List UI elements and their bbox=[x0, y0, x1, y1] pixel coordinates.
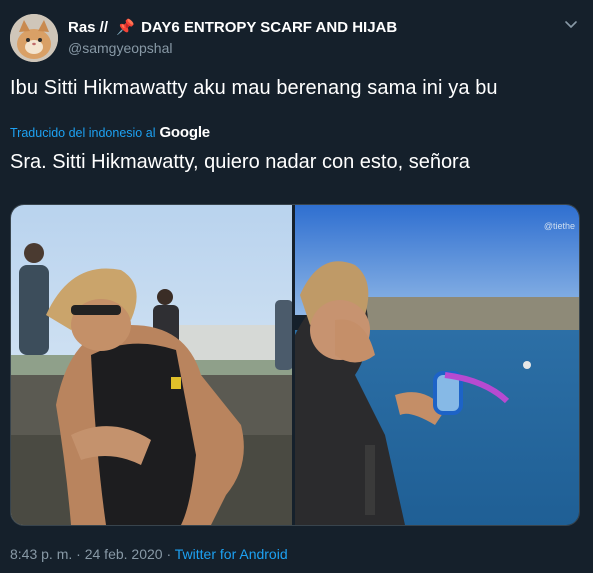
display-name[interactable]: Ras // 📌 DAY6 ENTROPY SCARF AND HIJAB bbox=[68, 18, 397, 36]
watermark: @tiethe bbox=[543, 221, 575, 231]
translation-attribution[interactable]: Traducido del indonesio al Google bbox=[10, 124, 210, 141]
tweet-date[interactable]: 24 feb. 2020 bbox=[85, 546, 163, 562]
tweet-meta: 8:43 p. m. · 24 feb. 2020 · Twitter for … bbox=[10, 546, 288, 562]
display-name-prefix: Ras // bbox=[68, 19, 109, 36]
media-container: @tiethe bbox=[10, 204, 580, 526]
tweet-client[interactable]: Twitter for Android bbox=[175, 546, 288, 562]
user-handle[interactable]: @samgyeopshal bbox=[68, 40, 173, 56]
tweet-text: Ibu Sitti Hikmawatty aku mau berenang sa… bbox=[10, 77, 498, 99]
avatar[interactable] bbox=[10, 14, 58, 62]
cat-avatar-icon bbox=[10, 14, 58, 62]
display-name-suffix: DAY6 ENTROPY SCARF AND HIJAB bbox=[141, 19, 398, 36]
chevron-down-icon[interactable] bbox=[563, 16, 579, 32]
pushpin-icon: 📌 bbox=[116, 19, 135, 36]
meta-separator: · bbox=[76, 546, 81, 562]
google-logo: Google bbox=[159, 124, 210, 141]
tweet: Ras // 📌 DAY6 ENTROPY SCARF AND HIJAB @s… bbox=[0, 0, 593, 573]
tweet-time[interactable]: 8:43 p. m. bbox=[10, 546, 72, 562]
meta-separator-2: · bbox=[166, 546, 172, 562]
translated-text: Sra. Sitti Hikmawatty, quiero nadar con … bbox=[10, 151, 470, 173]
photo-left[interactable] bbox=[11, 205, 292, 525]
translation-label: Traducido del indonesio al bbox=[10, 125, 156, 140]
photo-right[interactable]: @tiethe bbox=[295, 205, 579, 525]
